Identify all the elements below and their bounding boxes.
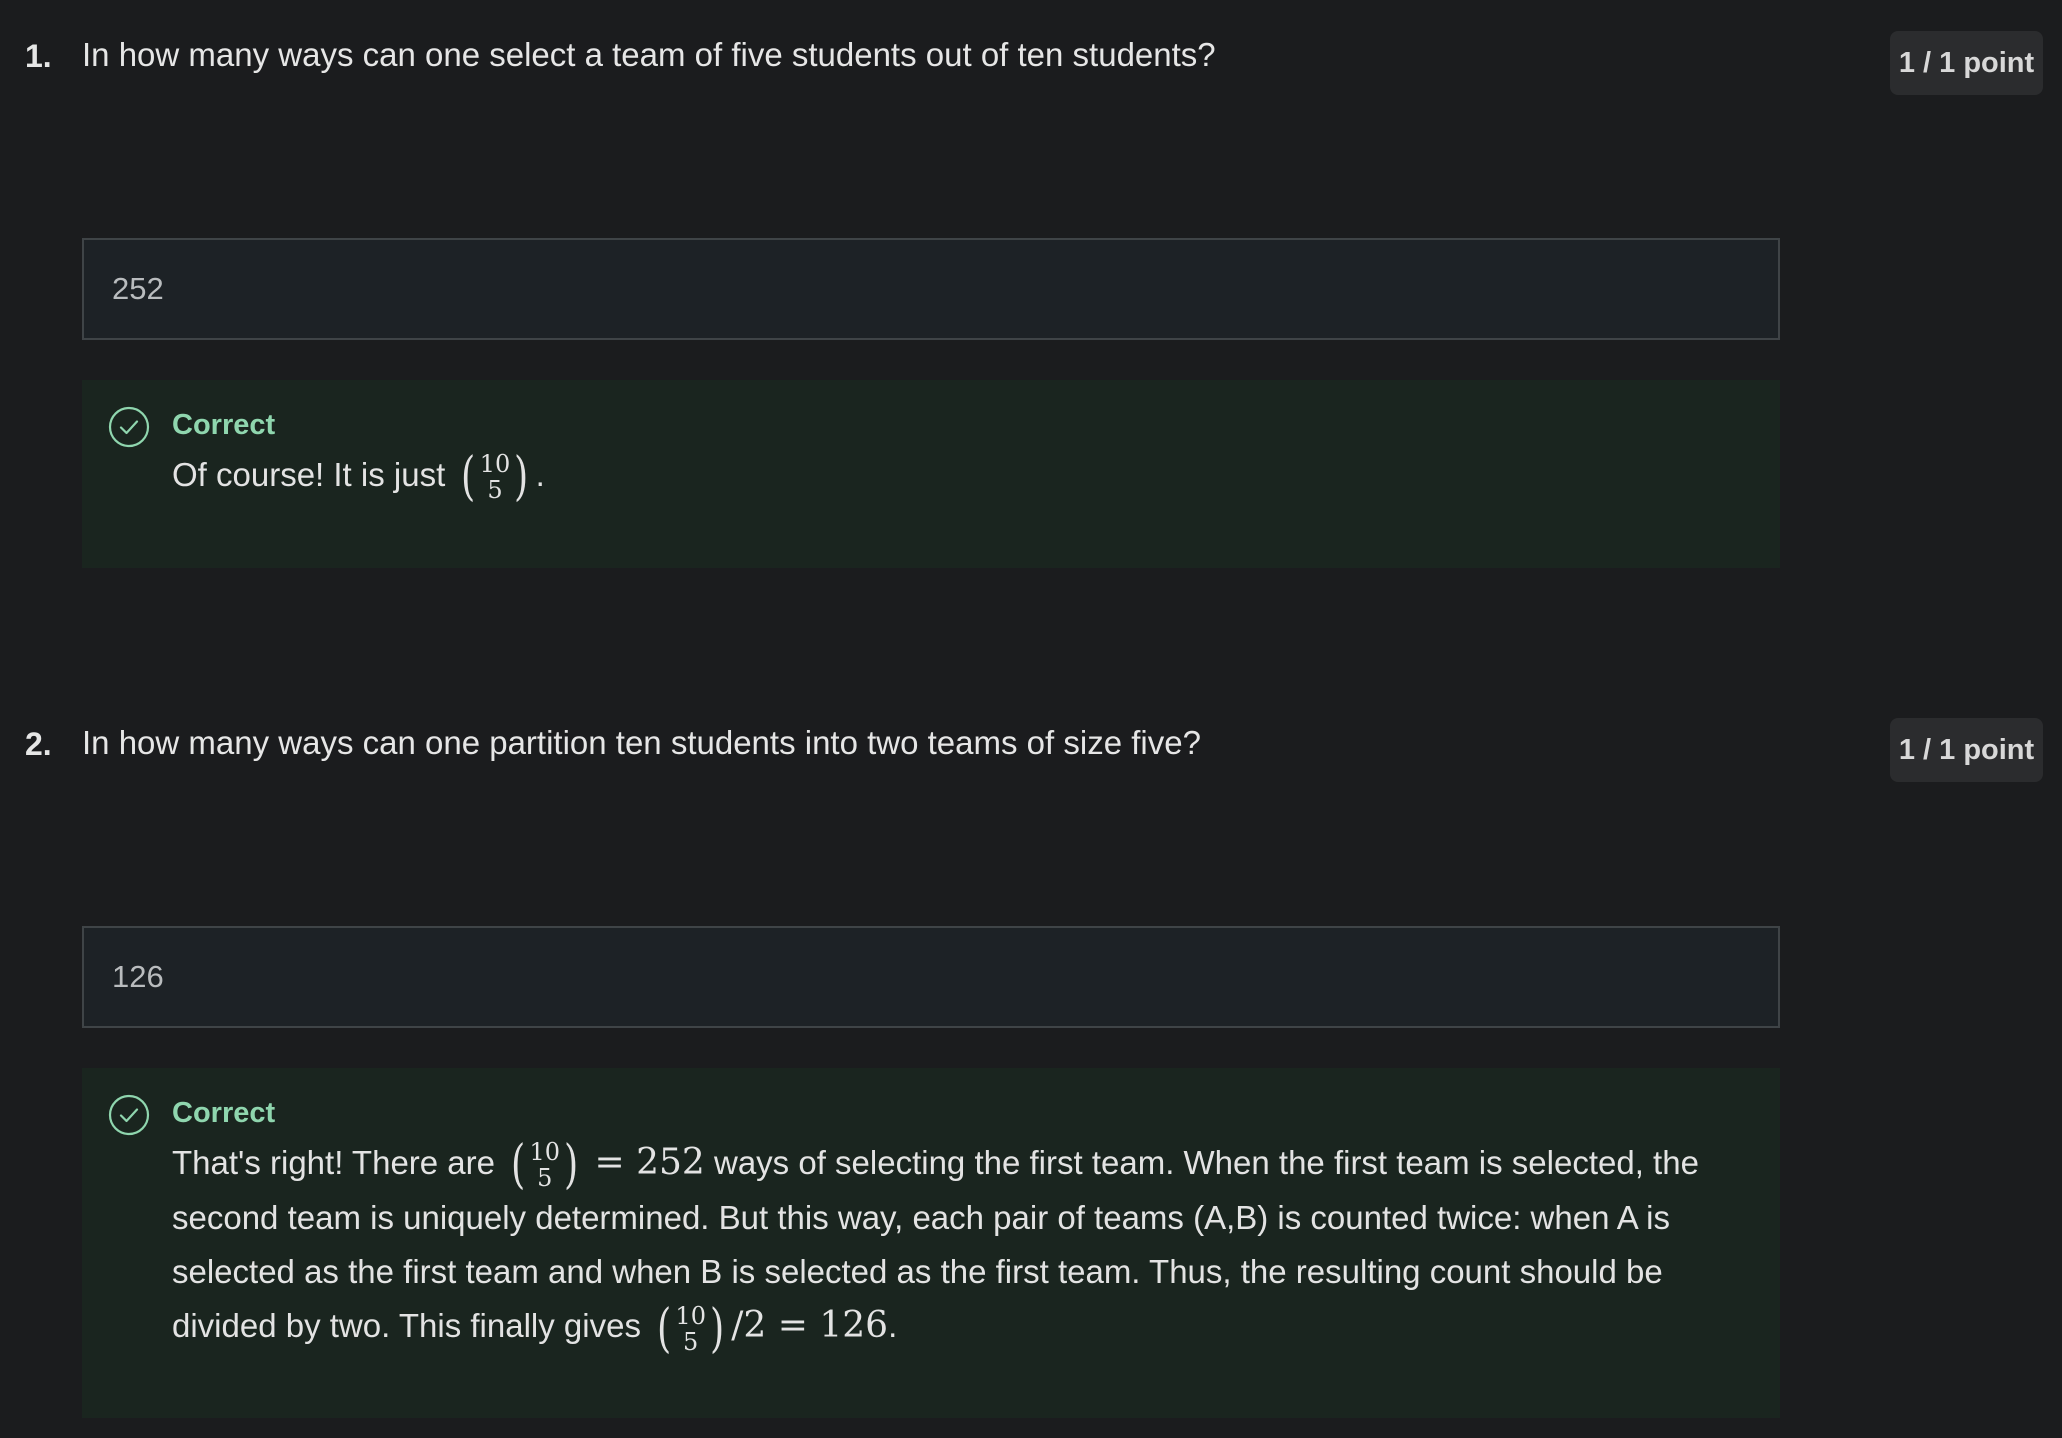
math-equation: /2 = 126 [731, 1305, 889, 1347]
binomial-stack: 10 5 [480, 451, 511, 503]
question-text: In how many ways can one select a team o… [82, 36, 1216, 73]
right-paren: ) [514, 447, 529, 508]
answer-field[interactable]: 126 [82, 926, 1780, 1028]
question-text: In how many ways can one partition ten s… [82, 724, 1201, 761]
binom-top: 10 [675, 1301, 706, 1330]
feedback-prefix: Of course! It is just [172, 456, 446, 493]
binomial-coefficient: ( 10 5 ) [654, 1303, 727, 1355]
binomial-stack: 10 5 [675, 1303, 706, 1355]
feedback-prefix: That's right! There are [172, 1144, 496, 1181]
binom-top: 10 [479, 450, 511, 479]
feedback-panel: Correct Of course! It is just ( 10 5 ) . [82, 380, 1780, 568]
right-paren: ) [564, 1135, 579, 1196]
question-number: 1. [25, 38, 52, 74]
answer-value: 126 [112, 959, 164, 994]
left-paren: ( [461, 447, 476, 508]
math-equation: = 252 [594, 1142, 705, 1183]
feedback-text: Of course! It is just ( 10 5 ) . [172, 448, 1740, 503]
feedback-text: That's right! There are ( 10 5 ) = 252 w… [172, 1136, 1740, 1355]
binom-bottom: 5 [537, 1164, 553, 1193]
check-circle-icon [108, 1094, 150, 1136]
answer-value: 252 [112, 271, 164, 306]
check-circle-icon [108, 406, 150, 448]
feedback-panel: Correct That's right! There are ( 10 5 )… [82, 1068, 1780, 1418]
points-badge: 1 / 1 point [1890, 718, 2043, 782]
points-badge: 1 / 1 point [1890, 31, 2043, 95]
binom-bottom: 5 [683, 1327, 699, 1356]
binomial-coefficient: ( 10 5 ) [458, 451, 531, 503]
feedback-suffix: . [888, 1307, 898, 1345]
feedback-suffix: . [535, 456, 545, 493]
feedback-status: Correct [172, 409, 276, 441]
left-paren: ( [511, 1135, 526, 1196]
binomial-stack: 10 5 [529, 1139, 560, 1191]
left-paren: ( [657, 1298, 672, 1359]
answer-field[interactable]: 252 [82, 238, 1780, 340]
binom-bottom: 5 [487, 476, 503, 505]
binom-top: 10 [529, 1138, 561, 1167]
binomial-coefficient: ( 10 5 ) [508, 1139, 581, 1191]
question-number: 2. [25, 726, 52, 762]
feedback-status: Correct [172, 1097, 276, 1129]
right-paren: ) [710, 1298, 725, 1359]
